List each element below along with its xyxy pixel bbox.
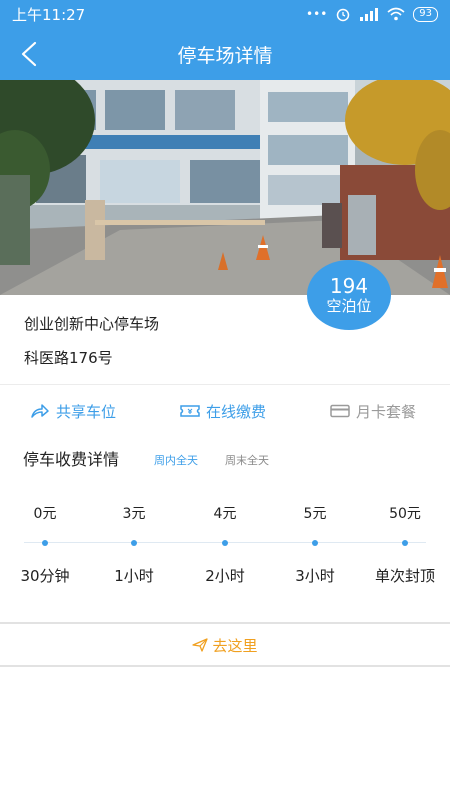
- share-space-label: 共享车位: [56, 402, 117, 421]
- share-space-button[interactable]: 共享车位: [30, 400, 116, 422]
- more-dots-icon: •••: [306, 7, 328, 21]
- lot-name: 创业创新中心停车场: [24, 315, 160, 333]
- navigate-label: 去这里: [212, 636, 258, 655]
- paper-plane-icon: [192, 638, 209, 652]
- timeline-dot: [42, 540, 48, 546]
- parking-lot-photo: [0, 80, 450, 295]
- signal-icon: [360, 8, 379, 21]
- available-label: 空泊位: [326, 297, 372, 315]
- fee-duration: 30分钟: [20, 567, 70, 585]
- fee-section-title: 停车收费详情: [23, 450, 120, 469]
- title-bar: 停车场详情: [0, 28, 450, 80]
- divider: [0, 665, 450, 667]
- share-arrow-icon: [31, 404, 49, 418]
- status-icons: ••• 93: [306, 6, 438, 22]
- fee-duration: 2小时: [205, 567, 245, 585]
- divider: [0, 384, 450, 385]
- navigate-button[interactable]: 去这里: [0, 624, 450, 666]
- fee-duration: 3小时: [295, 567, 335, 585]
- available-spaces-badge: 194 空泊位: [307, 260, 391, 330]
- fee-price: 4元: [213, 506, 237, 522]
- online-payment-button[interactable]: 在线缴费: [180, 400, 266, 422]
- fee-duration: 单次封顶: [374, 567, 435, 585]
- fee-price: 5元: [303, 506, 327, 522]
- wifi-icon: [387, 7, 405, 21]
- status-time: 上午11:27: [12, 5, 86, 24]
- fee-price: 3元: [122, 506, 146, 522]
- fee-price: 0元: [33, 506, 57, 522]
- tab-weekday[interactable]: 周内全天: [154, 452, 198, 468]
- monthly-card-label: 月卡套餐: [356, 402, 417, 421]
- lot-address: 科医路176号: [24, 349, 113, 367]
- timeline-dot: [131, 540, 137, 546]
- fee-duration: 1小时: [114, 567, 154, 585]
- status-bar: 上午11:27 ••• 93: [0, 0, 450, 28]
- timeline-dot: [222, 540, 228, 546]
- tab-weekend[interactable]: 周末全天: [225, 452, 269, 468]
- chevron-left-icon: [21, 41, 37, 67]
- ticket-icon: [180, 405, 200, 417]
- battery-indicator: 93: [413, 6, 438, 22]
- fee-price: 50元: [389, 506, 421, 522]
- back-button[interactable]: [12, 38, 46, 70]
- alarm-icon: [337, 8, 350, 22]
- monthly-card-button[interactable]: 月卡套餐: [330, 400, 416, 422]
- timeline-dot: [312, 540, 318, 546]
- available-count: 194: [329, 274, 369, 298]
- page-title: 停车场详情: [177, 44, 273, 67]
- card-icon: [330, 404, 350, 418]
- timeline-dot: [402, 540, 408, 546]
- online-payment-label: 在线缴费: [206, 402, 267, 421]
